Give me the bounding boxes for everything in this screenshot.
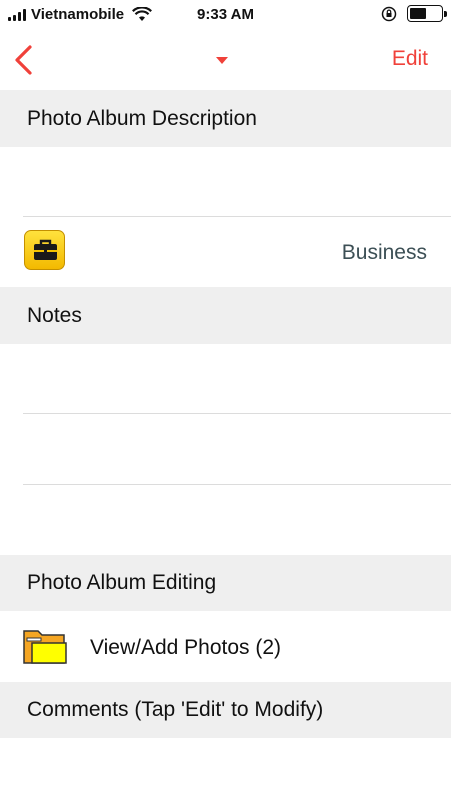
- notes-line[interactable]: [0, 414, 451, 484]
- status-bar-right: [381, 5, 447, 22]
- comments-section-header: Comments (Tap 'Edit' to Modify): [0, 682, 451, 738]
- description-field[interactable]: [0, 147, 451, 216]
- notes-section-header: Notes: [0, 287, 451, 344]
- view-add-photos-link[interactable]: View/Add Photos (2): [90, 636, 281, 660]
- description-section-header: Photo Album Description: [0, 90, 451, 147]
- comments-area: [0, 738, 451, 800]
- caret-down-icon[interactable]: [214, 54, 230, 66]
- editing-section-header: Photo Album Editing: [0, 555, 451, 611]
- folder-icon: [23, 630, 67, 664]
- battery-icon: [407, 5, 447, 22]
- notes-line[interactable]: [0, 485, 451, 555]
- navigation-bar: Edit: [0, 32, 451, 90]
- back-button[interactable]: [8, 42, 40, 78]
- notes-line[interactable]: [0, 344, 451, 413]
- edit-button[interactable]: Edit: [392, 47, 428, 71]
- status-bar: Vietnamobile 9:33 AM: [0, 0, 451, 32]
- category-value: Business: [341, 241, 427, 264]
- briefcase-icon: [24, 230, 65, 270]
- orientation-lock-icon: [381, 6, 397, 21]
